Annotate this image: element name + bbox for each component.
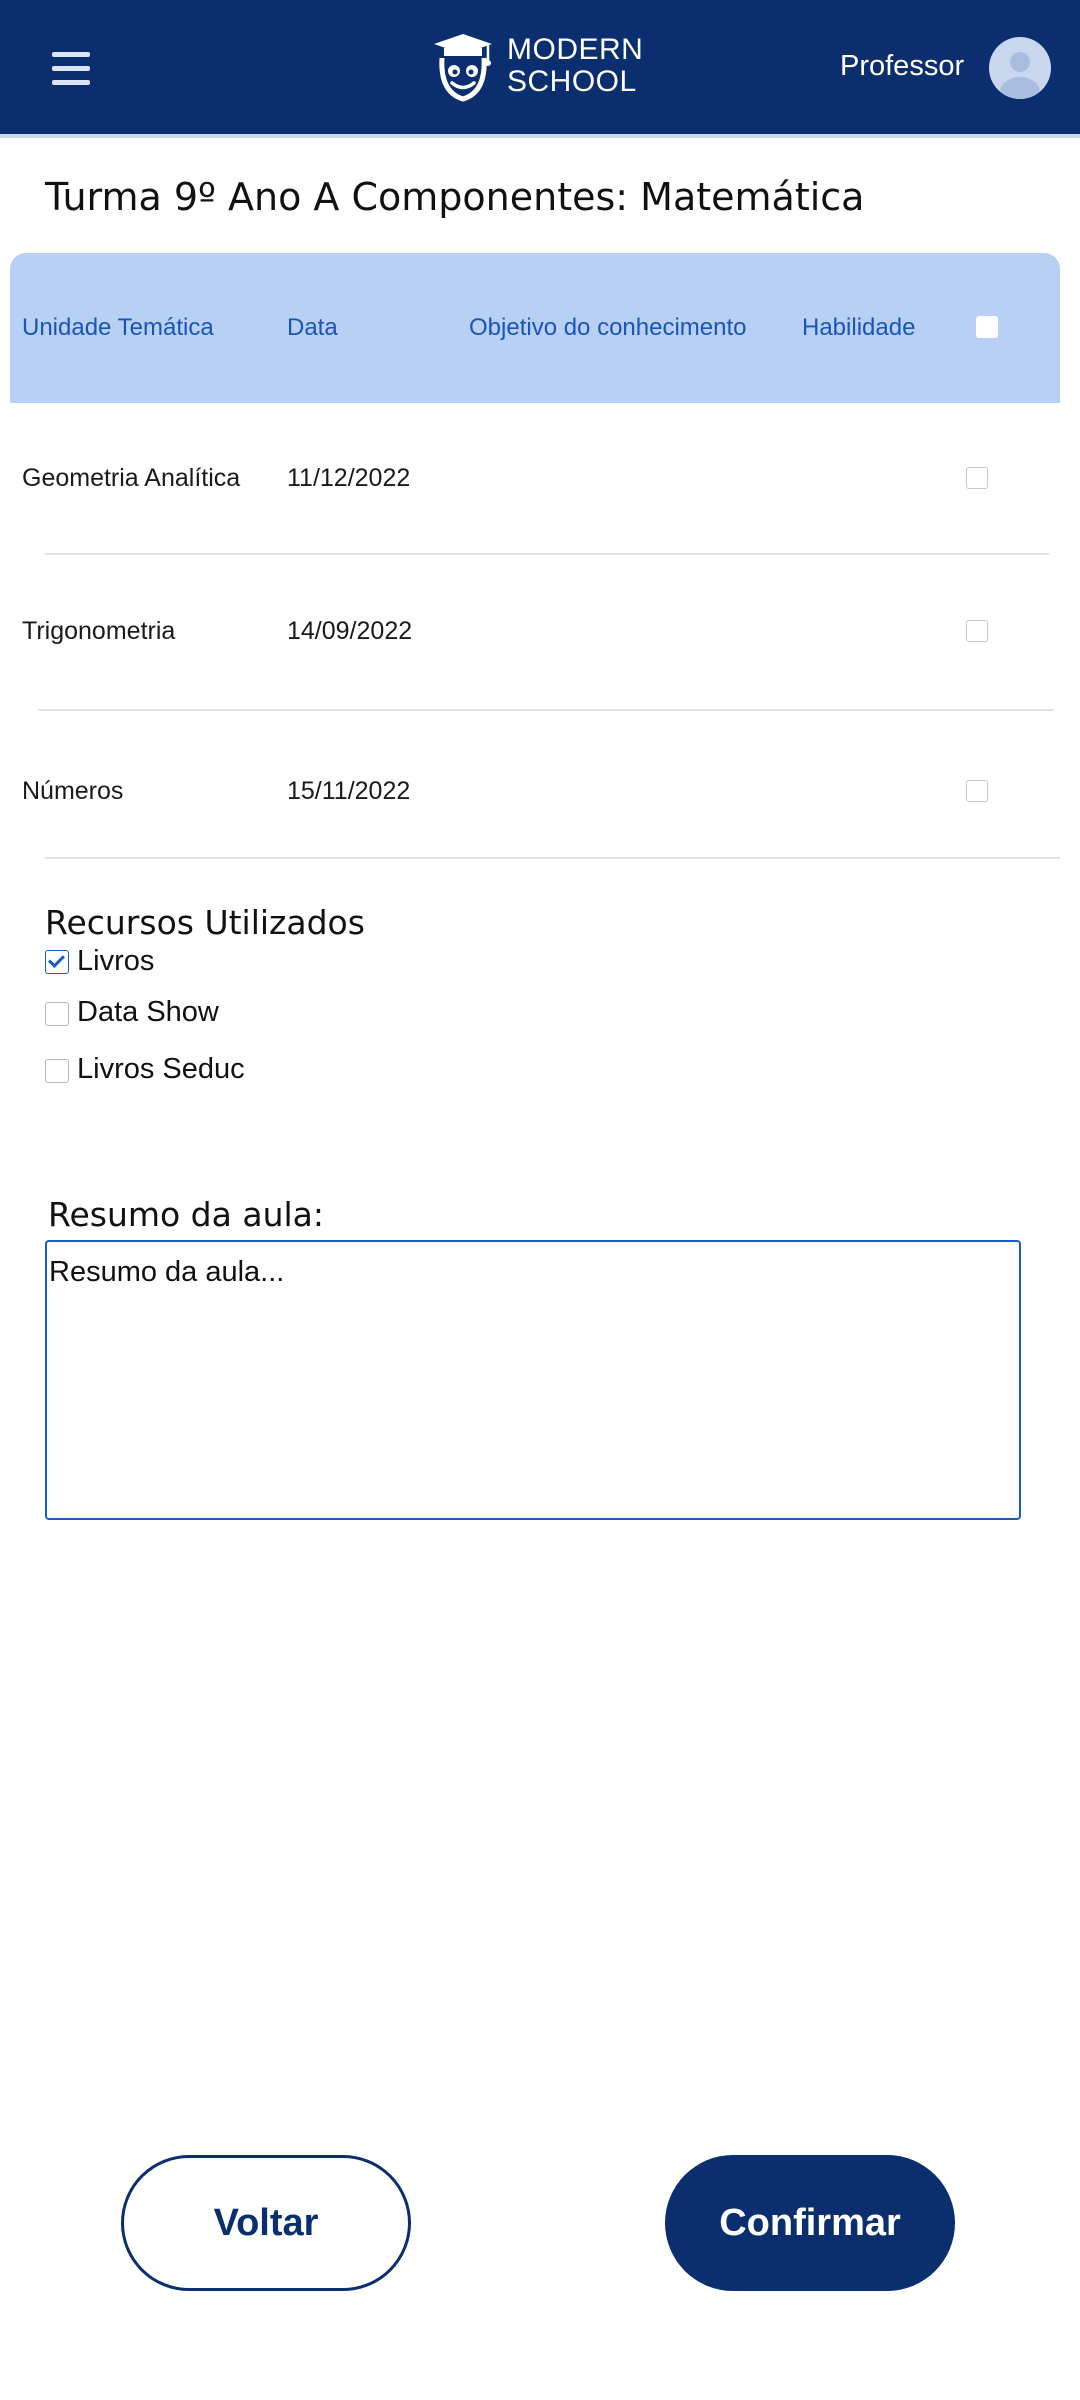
table-cell-data: 11/12/2022: [287, 464, 411, 492]
resources-title: Recursos Utilizados: [45, 903, 365, 942]
row-divider: [38, 709, 1054, 711]
logo-wordmark: MODERN SCHOOL: [507, 34, 643, 98]
column-header-unidade: Unidade Temática: [22, 314, 214, 341]
row-checkbox[interactable]: [966, 467, 988, 489]
header-shadow: [0, 134, 1080, 138]
summary-textarea[interactable]: [47, 1242, 1019, 1518]
page-title: Turma 9º Ano A Componentes: Matemática: [45, 175, 865, 219]
resource-checkbox-data-show[interactable]: [45, 1002, 69, 1026]
back-button[interactable]: Voltar: [121, 2155, 411, 2291]
summary-label: Resumo da aula:: [48, 1195, 324, 1234]
avatar-head-shape: [1010, 52, 1030, 72]
row-checkbox[interactable]: [966, 620, 988, 642]
resource-checkbox-livros[interactable]: [45, 950, 69, 974]
table-cell-unidade: Números: [22, 777, 124, 805]
select-all-checkbox[interactable]: [976, 316, 998, 338]
table-cell-unidade: Trigonometria: [22, 617, 176, 645]
logo-line-1: MODERN: [507, 33, 644, 66]
resource-label[interactable]: Data Show: [77, 996, 219, 1029]
confirm-button[interactable]: Confirmar: [665, 2155, 955, 2291]
hamburger-menu-icon[interactable]: [52, 52, 90, 86]
logo-line-2: SCHOOL: [507, 65, 637, 98]
row-checkbox[interactable]: [966, 780, 988, 802]
row-divider: [45, 553, 1049, 555]
column-header-objetivo: Objetivo do conhecimento: [469, 314, 747, 341]
column-header-habilidade: Habilidade: [802, 314, 916, 341]
logo-mascot-icon: [434, 34, 492, 102]
resource-checkbox-livros-seduc[interactable]: [45, 1059, 69, 1083]
summary-field-wrapper: [45, 1240, 1021, 1520]
table-cell-data: 15/11/2022: [287, 777, 411, 805]
profile-label[interactable]: Professor: [840, 50, 964, 83]
app-header: MODERN SCHOOL Professor: [0, 0, 1080, 134]
column-header-data: Data: [287, 314, 338, 341]
resource-label[interactable]: Livros: [77, 945, 154, 978]
avatar[interactable]: [989, 37, 1051, 99]
resource-label[interactable]: Livros Seduc: [77, 1053, 245, 1086]
table-cell-unidade: Geometria Analítica: [22, 464, 241, 492]
row-divider: [45, 857, 1060, 859]
table-cell-data: 14/09/2022: [287, 617, 413, 645]
avatar-body-shape: [1000, 77, 1040, 99]
